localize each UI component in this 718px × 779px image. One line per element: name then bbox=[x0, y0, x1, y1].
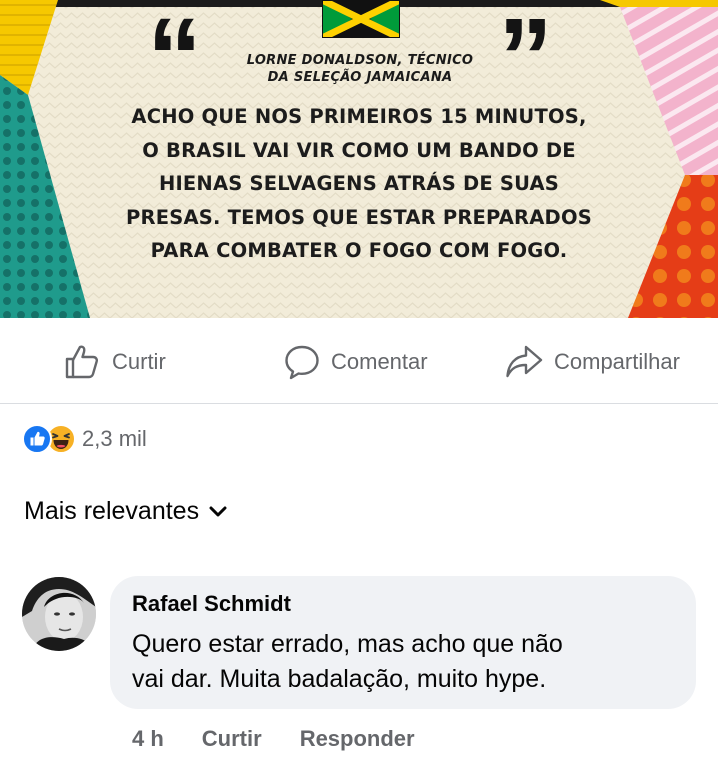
share-button-label: Compartilhar bbox=[554, 348, 680, 374]
comment-sort-dropdown[interactable]: Mais relevantes bbox=[24, 497, 227, 526]
share-arrow-icon bbox=[506, 345, 543, 377]
sort-label: Mais relevantes bbox=[24, 497, 200, 525]
comment-text-line: vai dar. Muita badalação, muito hype. bbox=[132, 665, 547, 693]
post-image[interactable]: “ ” LORNE DONALDSON, TÉCNICO DA SELEÇÃO … bbox=[0, 0, 718, 318]
comment-author[interactable]: Rafael Schmidt bbox=[132, 591, 291, 617]
like-reaction-icon bbox=[22, 424, 52, 454]
comment-bubble[interactable]: Rafael Schmidt Quero estar errado, mas a… bbox=[110, 576, 696, 709]
like-button-label: Curtir bbox=[112, 348, 166, 374]
thumbs-up-icon bbox=[65, 345, 98, 378]
jamaica-flag-icon bbox=[322, 0, 400, 38]
avatar-image bbox=[22, 577, 96, 651]
quote-attribution: LORNE DONALDSON, TÉCNICO DA SELEÇÃO JAMA… bbox=[240, 52, 480, 86]
post-action-bar: Curtir Comentar Compartilhar bbox=[0, 320, 718, 404]
comment-text: Quero estar errado, mas acho que não vai… bbox=[132, 627, 682, 697]
comment-actions: 4 h Curtir Responder bbox=[132, 726, 415, 752]
quote-text: ACHO QUE NOS PRIMEIROS 15 MINUTOS, O BRA… bbox=[40, 100, 678, 268]
quote-line: PRESAS. TEMOS QUE ESTAR PREPARADOS bbox=[126, 205, 592, 229]
comment-reply-button[interactable]: Responder bbox=[300, 726, 415, 752]
comment-button-label: Comentar bbox=[331, 348, 428, 374]
share-button[interactable]: Compartilhar bbox=[504, 320, 680, 403]
open-quote-icon: “ bbox=[147, 0, 202, 119]
comment-like-button[interactable]: Curtir bbox=[202, 726, 262, 752]
like-button[interactable]: Curtir bbox=[62, 320, 166, 403]
quote-line: PARA COMBATER O FOGO COM FOGO. bbox=[150, 239, 568, 262]
reactions-summary[interactable]: 2,3 mil bbox=[22, 424, 147, 454]
comment-timestamp[interactable]: 4 h bbox=[132, 726, 164, 752]
comment-button[interactable]: Comentar bbox=[283, 320, 428, 403]
comment-text-line: Quero estar errado, mas acho que não bbox=[132, 630, 563, 658]
attribution-line: LORNE DONALDSON, TÉCNICO bbox=[246, 53, 474, 68]
chevron-down-icon bbox=[209, 506, 227, 516]
quote-line: O BRASIL VAI VIR COMO UM BANDO DE bbox=[142, 138, 576, 162]
quote-line: HIENAS SELVAGENS ATRÁS DE SUAS bbox=[158, 172, 560, 195]
attribution-line: DA SELEÇÃO JAMAICANA bbox=[267, 70, 453, 85]
quote-line: ACHO QUE NOS PRIMEIROS 15 MINUTOS, bbox=[131, 105, 587, 128]
reaction-count: 2,3 mil bbox=[82, 426, 147, 451]
avatar[interactable] bbox=[22, 577, 96, 651]
speech-bubble-icon bbox=[285, 345, 319, 379]
close-quote-icon: ” bbox=[498, 0, 553, 119]
